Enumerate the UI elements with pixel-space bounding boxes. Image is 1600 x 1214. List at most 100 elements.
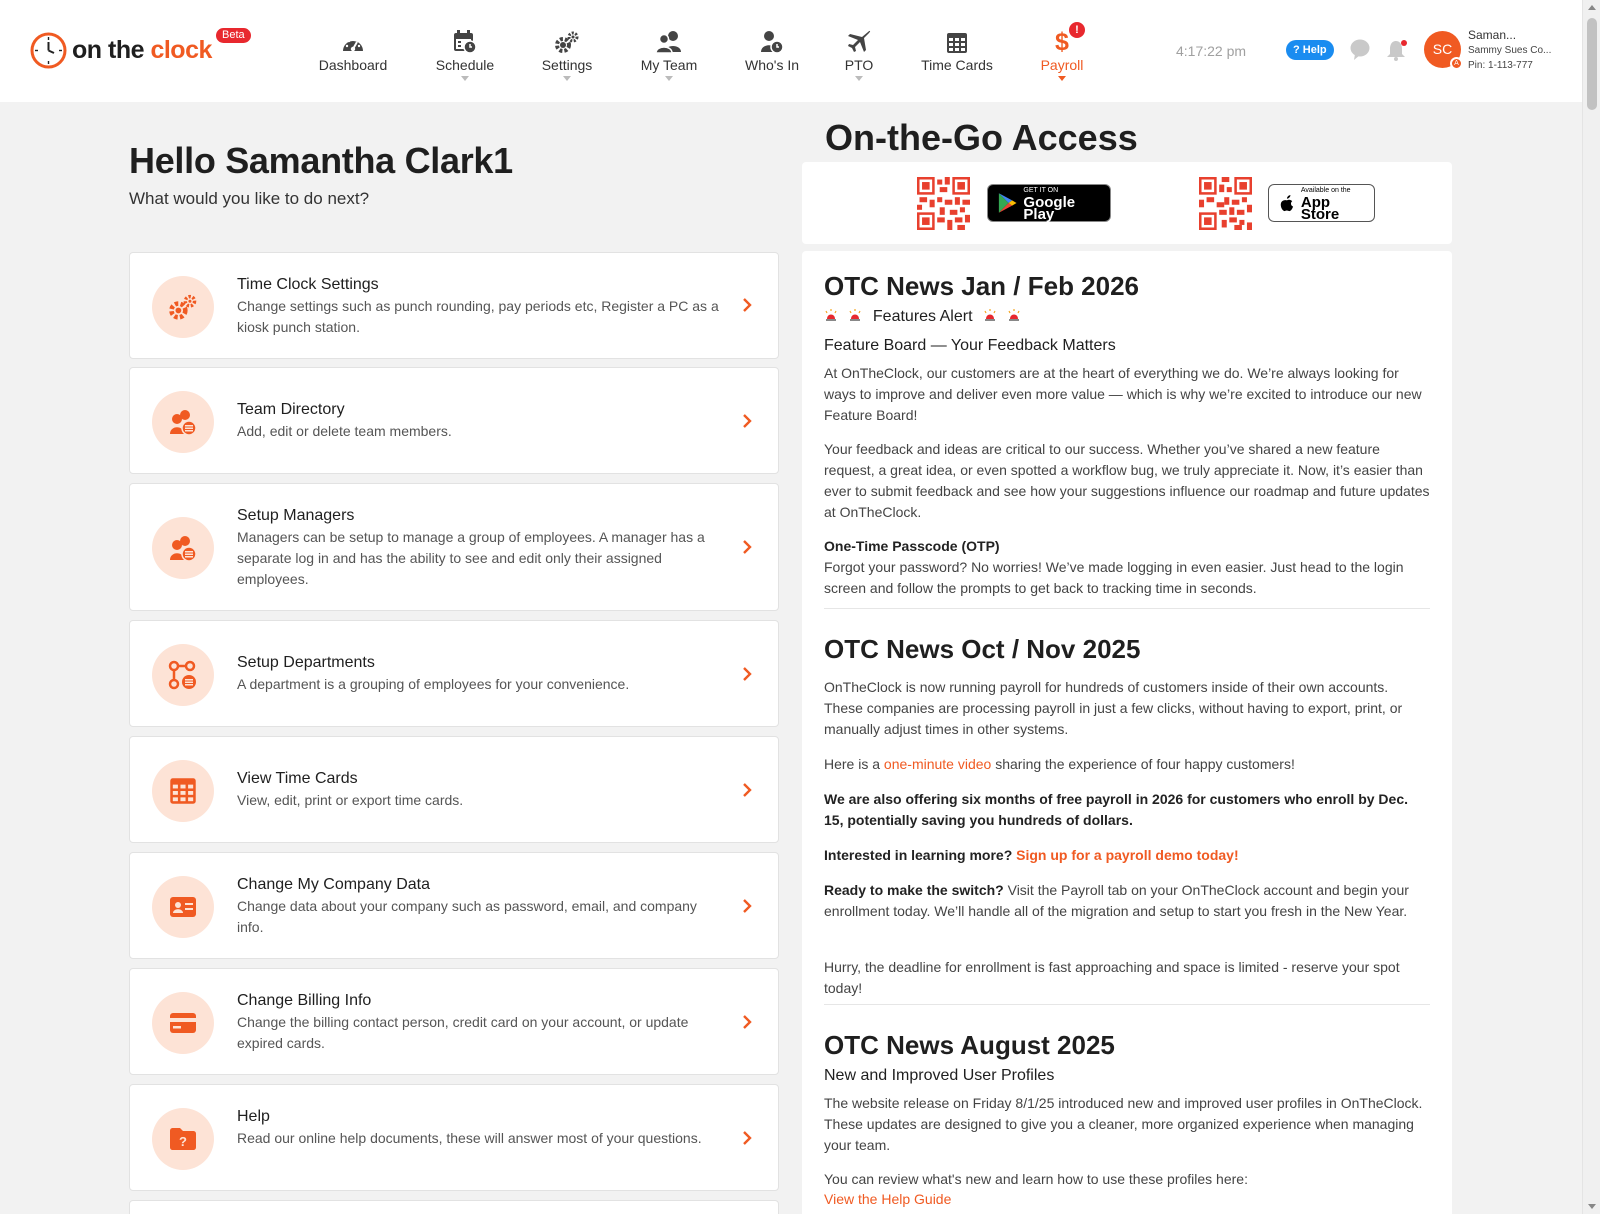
card-description: Change data about your company such as p… <box>237 898 697 935</box>
nav-payroll[interactable]: $ ! Payroll <box>1012 22 1112 81</box>
user-pin: Pin: 1-113-777 <box>1468 60 1533 71</box>
chevron-down-icon <box>665 76 673 81</box>
page-title: Hello Samantha Clark1 <box>129 140 513 181</box>
nav-settings[interactable]: Settings <box>517 24 617 81</box>
help-folder-icon: ? <box>152 1108 214 1170</box>
id-card-icon <box>152 876 214 938</box>
card-change-company-data[interactable]: Change My Company Data Change data about… <box>129 852 779 959</box>
news-title-jan-feb: OTC News Jan / Feb 2026 <box>824 271 1140 301</box>
svg-text:?: ? <box>179 1134 187 1149</box>
card-title: Change My Company Data <box>237 876 430 893</box>
nav-schedule[interactable]: Schedule <box>415 24 515 81</box>
clock-logo-icon <box>30 32 67 69</box>
app-store-button[interactable]: Available on the App Store <box>1268 184 1375 222</box>
nav-dashboard-label: Dashboard <box>318 57 388 73</box>
bell-icon[interactable] <box>1385 38 1409 67</box>
chevron-right-icon <box>742 782 752 803</box>
chevron-down-icon <box>1058 76 1066 81</box>
on-the-go-panel: GET IT ON Google Play Available on the A… <box>802 162 1452 244</box>
nav-dashboard[interactable]: Dashboard <box>303 24 403 73</box>
chevron-down-icon <box>461 76 469 81</box>
nav-time-cards[interactable]: Time Cards <box>907 24 1007 73</box>
card-time-clock-settings[interactable]: Time Clock Settings Change settings such… <box>129 252 779 359</box>
chat-icon[interactable] <box>1350 39 1370 66</box>
card-description: View, edit, print or export time cards. <box>237 792 464 808</box>
one-minute-video-link[interactable]: one-minute video <box>884 756 991 772</box>
news-panel: OTC News Jan / Feb 2026 Features Alert F… <box>802 251 1452 1214</box>
siren-icon <box>1008 309 1020 321</box>
card-team-directory[interactable]: Team Directory Add, edit or delete team … <box>129 367 779 474</box>
nav-pto[interactable]: PTO <box>809 24 909 81</box>
chevron-right-icon <box>742 898 752 919</box>
card-description: Change the billing contact person, credi… <box>237 1014 689 1051</box>
nav-my-team[interactable]: My Team <box>619 24 719 81</box>
google-play-qr-code-icon <box>917 177 970 230</box>
card-title: Setup Managers <box>237 507 355 524</box>
card-description: Managers can be setup to manage a group … <box>237 529 705 587</box>
scroll-down-arrow-icon[interactable] <box>1588 1204 1596 1209</box>
google-play-big-text: Google Play <box>1023 194 1076 223</box>
card-description: Change settings such as punch rounding, … <box>237 298 719 335</box>
help-button[interactable]: ? Help <box>1286 40 1334 60</box>
scroll-up-arrow-icon[interactable] <box>1588 5 1596 10</box>
svg-text:$: $ <box>1055 28 1069 54</box>
page-scrollbar[interactable] <box>1582 0 1600 1214</box>
news-paragraph: The website release on Friday 8/1/25 int… <box>824 1095 1423 1153</box>
card-change-billing-info[interactable]: Change Billing Info Change the billing c… <box>129 968 779 1075</box>
scrollbar-thumb[interactable] <box>1587 18 1597 110</box>
siren-icon <box>825 309 837 321</box>
chevron-right-icon <box>742 666 752 687</box>
features-alert: Features Alert <box>824 306 1430 327</box>
news-paragraph: At OnTheClock, our customers are at the … <box>824 365 1422 423</box>
news-paragraph: Hurry, the deadline for enrollment is fa… <box>824 959 1400 996</box>
nav-time-cards-label: Time Cards <box>921 57 993 73</box>
siren-icon <box>849 309 861 321</box>
card-description: Add, edit or delete team members. <box>237 423 452 439</box>
card-partial[interactable] <box>129 1200 779 1214</box>
news-paragraph: Your feedback and ideas are critical to … <box>824 441 1430 520</box>
nav-schedule-label: Schedule <box>435 57 495 73</box>
news-paragraph: Forgot your password? No worries! We’ve … <box>824 559 1404 596</box>
chevron-down-icon <box>855 76 863 81</box>
news-otp-title: One-Time Passcode (OTP) <box>824 538 1000 554</box>
on-the-go-title: On-the-Go Access <box>825 117 1138 158</box>
nav-settings-label: Settings <box>541 57 593 73</box>
card-help[interactable]: ? Help Read our online help documents, t… <box>129 1084 779 1191</box>
current-time: 4:17:22 pm <box>1176 43 1247 59</box>
news-subtitle-feature-board: Feature Board — Your Feedback Matters <box>824 337 1116 354</box>
news-paragraph: You can review what's new and learn how … <box>824 1171 1248 1187</box>
chevron-right-icon <box>742 297 752 318</box>
gears-icon <box>152 276 214 338</box>
card-title: Team Directory <box>237 401 345 418</box>
chevron-right-icon <box>742 413 752 434</box>
google-play-button[interactable]: GET IT ON Google Play <box>987 184 1111 222</box>
nav-whos-in[interactable]: Who's In <box>722 24 822 73</box>
help-guide-link[interactable]: View the Help Guide <box>824 1189 1430 1210</box>
card-setup-departments[interactable]: Setup Departments A department is a grou… <box>129 620 779 727</box>
managers-icon <box>152 517 214 579</box>
news-title-august: OTC News August 2025 <box>824 1030 1115 1060</box>
dashboard-gauge-icon <box>343 37 363 52</box>
apple-icon <box>1280 195 1294 212</box>
brand-name: on the clock <box>72 35 212 64</box>
card-setup-managers[interactable]: Setup Managers Managers can be setup to … <box>129 483 779 611</box>
chevron-down-icon <box>563 76 571 81</box>
company-name: Sammy Sues Co... <box>1468 45 1552 56</box>
time-cards-icon <box>152 760 214 822</box>
app-logo[interactable]: on the clock Beta <box>30 28 251 70</box>
user-info[interactable]: Saman... Sammy Sues Co... Pin: 1-113-777 <box>1468 28 1551 73</box>
card-title: View Time Cards <box>237 770 358 787</box>
user-avatar[interactable]: SC A <box>1424 31 1463 70</box>
payroll-demo-link[interactable]: Sign up for a payroll demo today! <box>1016 847 1238 863</box>
card-title: Time Clock Settings <box>237 276 379 293</box>
top-navbar: on the clock Beta Dashboard Schedule Set… <box>0 0 1582 102</box>
chevron-right-icon <box>742 1014 752 1035</box>
card-view-time-cards[interactable]: View Time Cards View, edit, print or exp… <box>129 736 779 843</box>
card-title: Help <box>237 1108 270 1125</box>
news-paragraph: Interested in learning more? Sign up for… <box>824 847 1239 863</box>
news-divider <box>824 1004 1430 1005</box>
departments-icon <box>152 644 214 706</box>
app-store-big-text: App Store <box>1300 194 1340 223</box>
siren-icon <box>984 309 996 321</box>
news-paragraph: Ready to make the switch? Visit the Payr… <box>824 882 1409 919</box>
